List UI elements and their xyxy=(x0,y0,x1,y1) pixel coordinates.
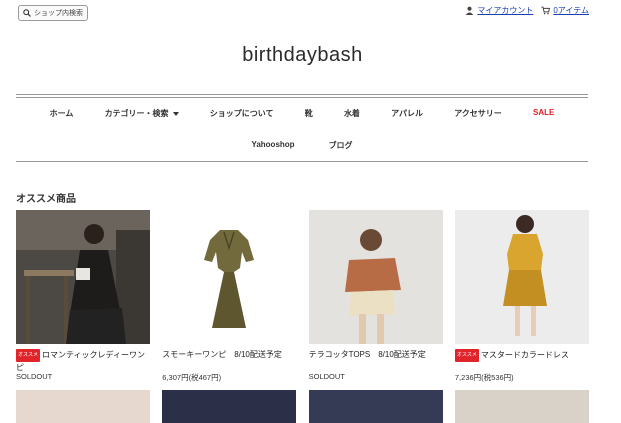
product-price: 6,307円(税467円) xyxy=(162,373,222,382)
recommend-badge: オススメ xyxy=(454,349,479,362)
product-grid: オススメ ロマンティックレディーワンピ SOLDOUT スモーキーワンピ 8/10… xyxy=(16,210,589,383)
product-image[interactable] xyxy=(162,210,297,344)
product-status: SOLDOUT xyxy=(308,372,345,381)
my-account-link[interactable]: マイアカウント xyxy=(465,5,533,16)
nav-apparel[interactable]: アパレル xyxy=(391,108,423,119)
cart-icon xyxy=(541,6,551,15)
product-name-text: マスタードカラードレス xyxy=(480,350,569,360)
product-image[interactable] xyxy=(308,210,443,344)
nav-shoes[interactable]: 靴 xyxy=(305,108,313,119)
recommend-badge: オススメ xyxy=(16,349,41,362)
shop-search-button[interactable]: ショップ内検索 xyxy=(18,5,88,21)
product-image[interactable] xyxy=(454,210,589,344)
product-image[interactable] xyxy=(16,210,150,344)
product-status: SOLDOUT xyxy=(16,372,53,381)
nav-home[interactable]: ホーム xyxy=(50,108,74,119)
nav-divider xyxy=(16,161,588,162)
site-logo[interactable]: birthdaybash xyxy=(0,44,605,67)
nav-category-label: カテゴリー・検索 xyxy=(104,109,169,118)
product-price: 7,236円(税536円) xyxy=(454,373,514,382)
search-button-label: ショップ内検索 xyxy=(34,10,83,17)
nav-blog[interactable]: ブログ xyxy=(329,140,353,151)
product-image[interactable] xyxy=(308,390,443,423)
my-account-label: マイアカウント xyxy=(477,6,534,15)
product-card[interactable]: テラコッタTOPS 8/10配送予定 SOLDOUT xyxy=(308,210,443,383)
nav-about-shop[interactable]: ショップについて xyxy=(210,108,274,119)
product-name[interactable]: テラコッタTOPS 8/10配送予定 xyxy=(309,349,443,371)
product-image[interactable] xyxy=(162,390,297,423)
nav-swimwear[interactable]: 水着 xyxy=(344,108,360,119)
product-card[interactable]: オススメ ロマンティックレディーワンピ SOLDOUT xyxy=(16,210,150,383)
product-card[interactable]: オススメ マスタードカラードレス 7,236円(税536円) xyxy=(454,210,589,383)
product-card[interactable]: スモーキーワンピ 8/10配送予定 6,307円(税467円) xyxy=(162,210,297,383)
section-title-recommended: オススメ商品 xyxy=(16,194,76,205)
user-icon xyxy=(466,6,474,15)
header-divider xyxy=(16,94,588,98)
search-icon xyxy=(23,9,31,17)
main-nav-row1: ホーム カテゴリー・検索 ショップについて 靴 水着 アパレル アクセサリー S… xyxy=(16,108,588,119)
cart-label: 0アイテム xyxy=(553,6,589,15)
main-nav-row2: Yahooshop ブログ xyxy=(16,140,588,151)
product-name[interactable]: オススメ ロマンティックレディーワンピ xyxy=(16,349,150,372)
header-links: マイアカウント 0アイテム xyxy=(465,5,589,16)
product-image[interactable] xyxy=(454,390,589,423)
product-name[interactable]: オススメ マスタードカラードレス xyxy=(454,349,589,371)
nav-accessories[interactable]: アクセサリー xyxy=(454,108,502,119)
product-image[interactable] xyxy=(16,390,150,423)
nav-category-search[interactable]: カテゴリー・検索 xyxy=(105,108,179,119)
product-name[interactable]: スモーキーワンピ 8/10配送予定 xyxy=(162,349,296,371)
caret-down-icon xyxy=(172,111,179,116)
product-grid-row2 xyxy=(16,390,589,423)
nav-yahooshop[interactable]: Yahooshop xyxy=(251,140,294,151)
nav-sale[interactable]: SALE xyxy=(533,108,554,119)
cart-link[interactable]: 0アイテム xyxy=(541,5,589,16)
